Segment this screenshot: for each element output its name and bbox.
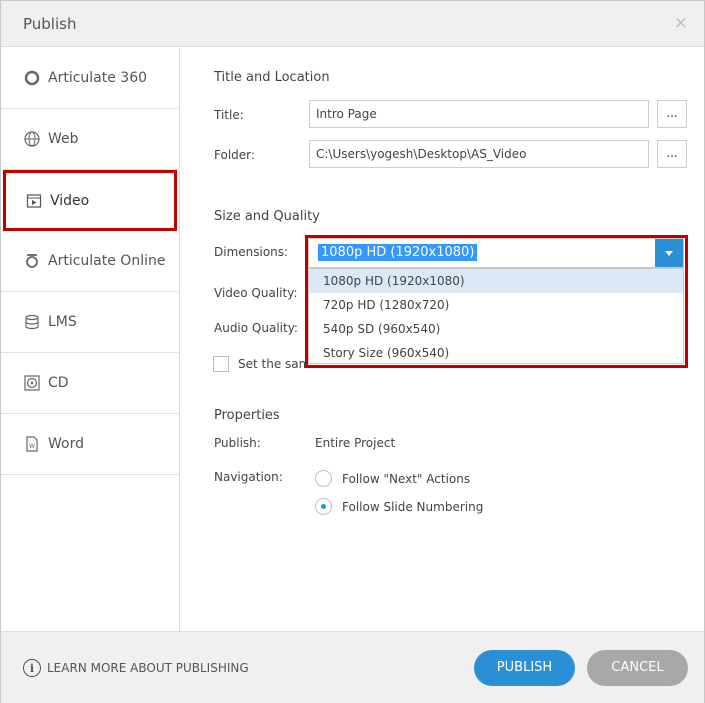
title-input[interactable]: Intro Page [309, 100, 649, 128]
title-browse-button[interactable]: ... [657, 100, 687, 128]
dialog-title: Publish [23, 15, 77, 33]
globe-icon [23, 130, 41, 148]
follow-next-actions-radio[interactable] [315, 470, 332, 487]
title-label: Title: [214, 108, 244, 122]
dimensions-selected-value: 1080p HD (1920x1080) [318, 244, 478, 261]
sidebar-item-video[interactable]: Video [3, 170, 177, 231]
sidebar-item-articulate-online[interactable]: Articulate Online [1, 231, 180, 292]
sidebar: Articulate 360 Web Video Articulate Onli… [1, 48, 180, 631]
sidebar-item-label: Articulate 360 [48, 70, 148, 86]
follow-slide-numbering-label: Follow Slide Numbering [342, 500, 484, 514]
sidebar-item-lms[interactable]: LMS [1, 292, 180, 353]
word-document-icon: W [23, 435, 41, 453]
same-volume-checkbox[interactable] [213, 356, 229, 372]
articulate-360-icon [23, 69, 41, 87]
sidebar-item-word[interactable]: W Word [1, 414, 180, 475]
dropdown-option-1080p[interactable]: 1080p HD (1920x1080) [309, 269, 683, 293]
folder-input[interactable]: C:\Users\yogesh\Desktop\AS_Video [309, 140, 649, 168]
chevron-down-icon[interactable] [655, 239, 683, 267]
sidebar-item-label: CD [48, 375, 69, 391]
title-location-heading: Title and Location [214, 70, 330, 85]
sidebar-item-label: Word [48, 436, 84, 452]
video-icon [25, 192, 43, 210]
folder-label: Folder: [214, 148, 255, 162]
navigation-label: Navigation: [214, 470, 283, 484]
sidebar-item-cd[interactable]: CD [1, 353, 180, 414]
svg-text:W: W [29, 443, 35, 450]
publish-label: Publish: [214, 436, 261, 450]
publish-button[interactable]: PUBLISH [474, 650, 575, 686]
dimensions-select[interactable]: 1080p HD (1920x1080) [308, 238, 684, 268]
learn-more-label: LEARN MORE ABOUT PUBLISHING [47, 661, 249, 675]
sidebar-item-label: Articulate Online [48, 253, 166, 269]
title-bar: Publish × [1, 1, 704, 47]
publish-dialog: Publish × Articulate 360 Web Video Artic… [0, 0, 705, 703]
sidebar-item-label: Web [48, 131, 79, 147]
cancel-button[interactable]: CANCEL [587, 650, 688, 686]
publish-settings-panel: Title and Location Title: Intro Page ...… [181, 48, 704, 631]
sidebar-item-label: Video [50, 192, 90, 209]
sidebar-item-label: LMS [48, 314, 77, 330]
learn-more-link[interactable]: i LEARN MORE ABOUT PUBLISHING [23, 659, 249, 677]
dropdown-option-story-size[interactable]: Story Size (960x540) [309, 341, 683, 365]
dropdown-option-540p[interactable]: 540p SD (960x540) [309, 317, 683, 341]
folder-browse-button[interactable]: ... [657, 140, 687, 168]
follow-next-actions-label: Follow "Next" Actions [342, 472, 471, 486]
publish-value: Entire Project [315, 436, 396, 450]
sidebar-item-web[interactable]: Web [1, 109, 180, 170]
follow-slide-numbering-radio[interactable] [315, 498, 332, 515]
dialog-footer: i LEARN MORE ABOUT PUBLISHING PUBLISH CA… [1, 631, 704, 703]
articulate-online-icon [23, 252, 41, 270]
cd-icon [23, 374, 41, 392]
properties-heading: Properties [214, 408, 280, 423]
database-icon [23, 313, 41, 331]
info-icon: i [23, 659, 41, 677]
video-quality-label: Video Quality: [214, 286, 298, 300]
size-quality-heading: Size and Quality [214, 209, 320, 224]
audio-quality-label: Audio Quality: [214, 321, 298, 335]
same-volume-label: Set the same [238, 357, 308, 371]
sidebar-item-articulate-360[interactable]: Articulate 360 [1, 48, 180, 109]
close-icon[interactable]: × [674, 13, 688, 33]
dimensions-dropdown: 1080p HD (1920x1080) 720p HD (1280x720) … [308, 268, 684, 364]
dropdown-option-720p[interactable]: 720p HD (1280x720) [309, 293, 683, 317]
dimensions-label: Dimensions: [214, 245, 289, 259]
